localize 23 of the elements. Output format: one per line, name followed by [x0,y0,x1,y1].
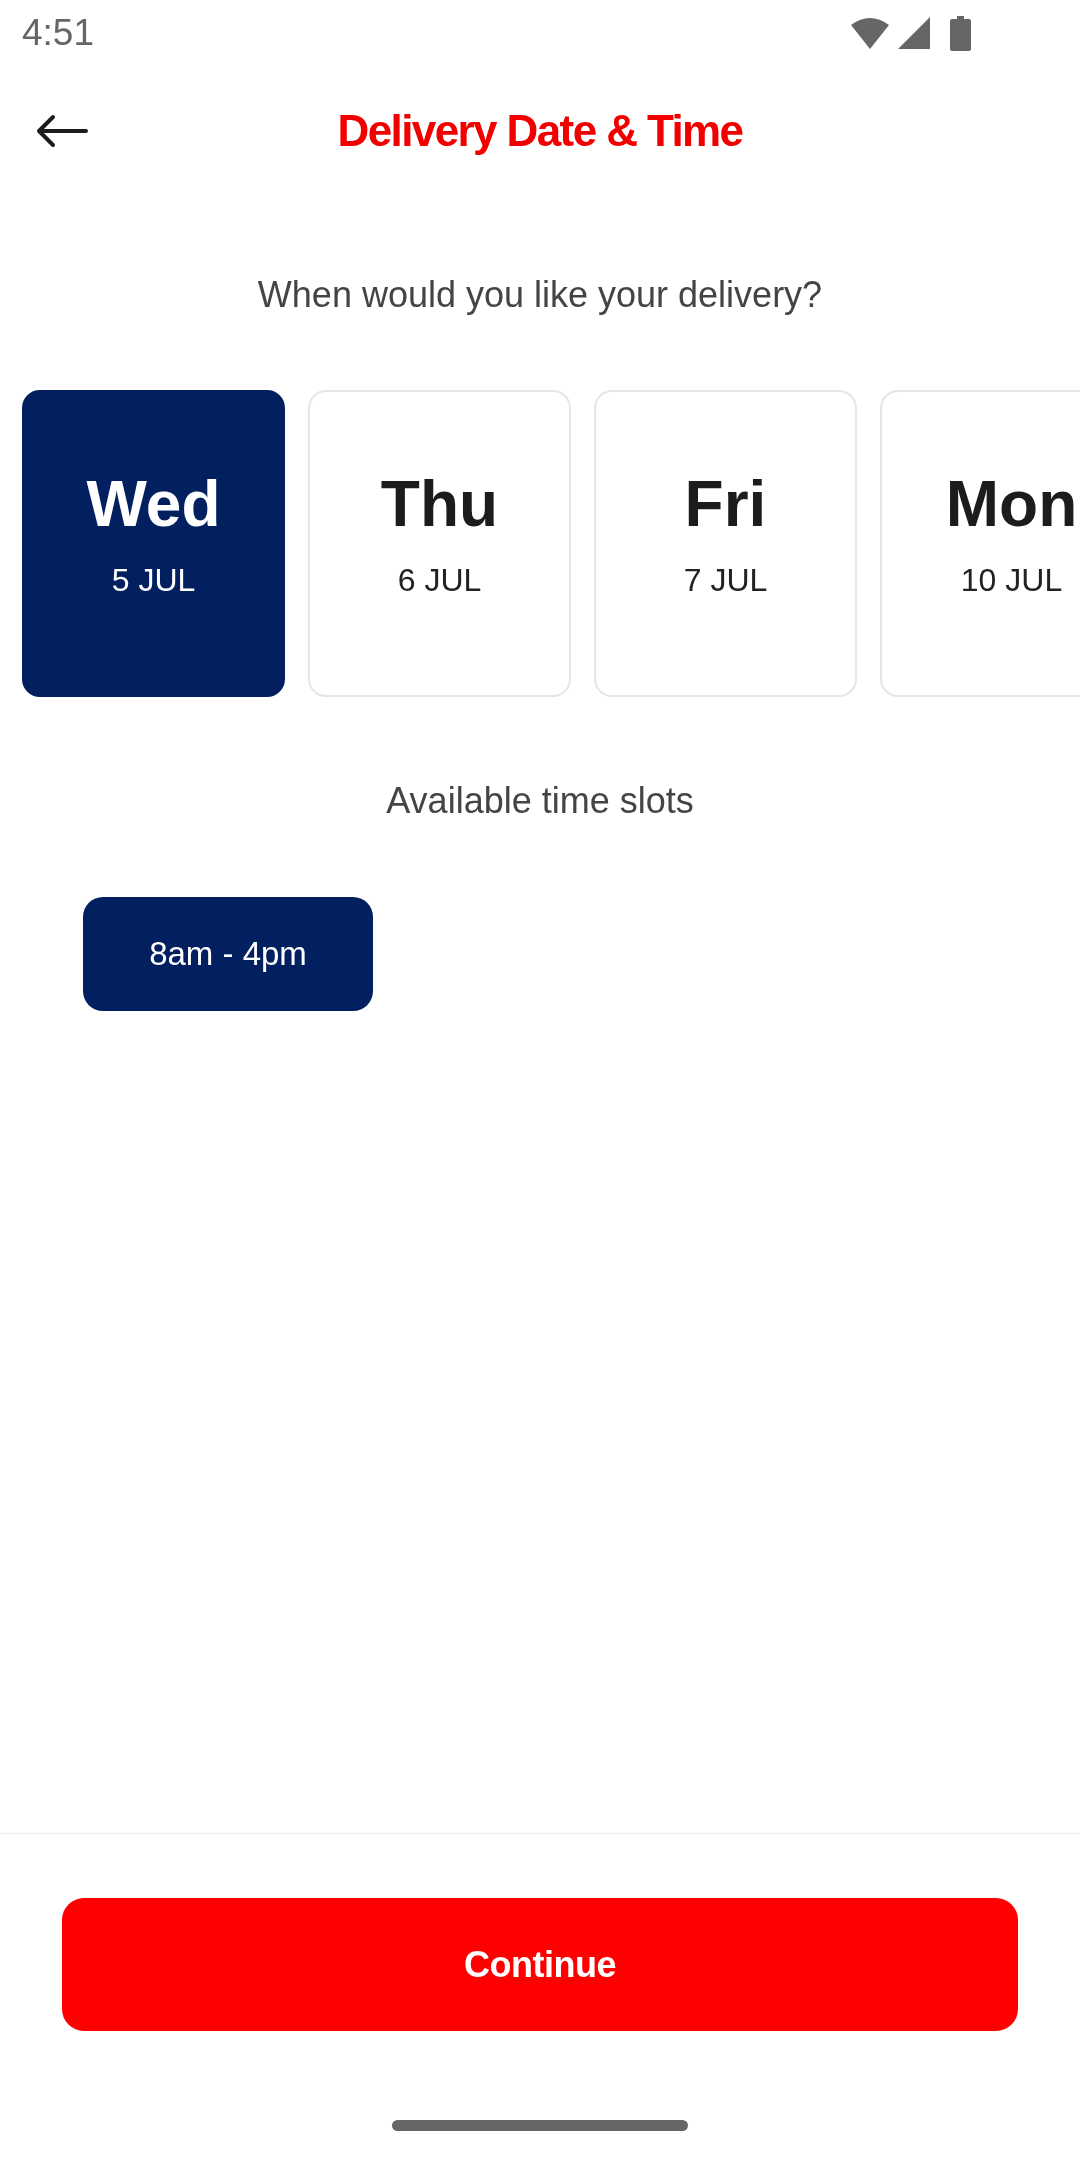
time-slots-heading: Available time slots [385,781,695,821]
date-prompt: When would you like your delivery? [256,275,824,315]
date-card[interactable]: Wed 5 JUL [22,390,285,697]
date-label: 5 JUL [111,562,196,598]
date-label: 10 JUL [960,562,1063,598]
signal-icon [898,17,930,49]
status-time: 4:51 [22,13,94,53]
wifi-icon [851,17,889,49]
date-label: 6 JUL [397,562,482,598]
back-arrow-icon [36,114,88,148]
weekday-label: Fri [684,468,767,540]
date-card[interactable]: Thu 6 JUL [308,390,571,697]
weekday-label: Thu [380,468,499,540]
continue-button[interactable]: Continue [62,1898,1018,2031]
battery-icon [950,15,971,51]
date-card[interactable]: Fri 7 JUL [594,390,857,697]
date-label: 7 JUL [683,562,768,598]
weekday-label: Mon [945,468,1078,540]
date-card[interactable]: Mon 10 JUL [880,390,1080,697]
weekday-label: Wed [86,468,221,540]
page-title: Delivery Date & Time [337,105,743,157]
back-button[interactable] [36,114,88,148]
time-slot-button[interactable]: 8am - 4pm [83,897,373,1011]
